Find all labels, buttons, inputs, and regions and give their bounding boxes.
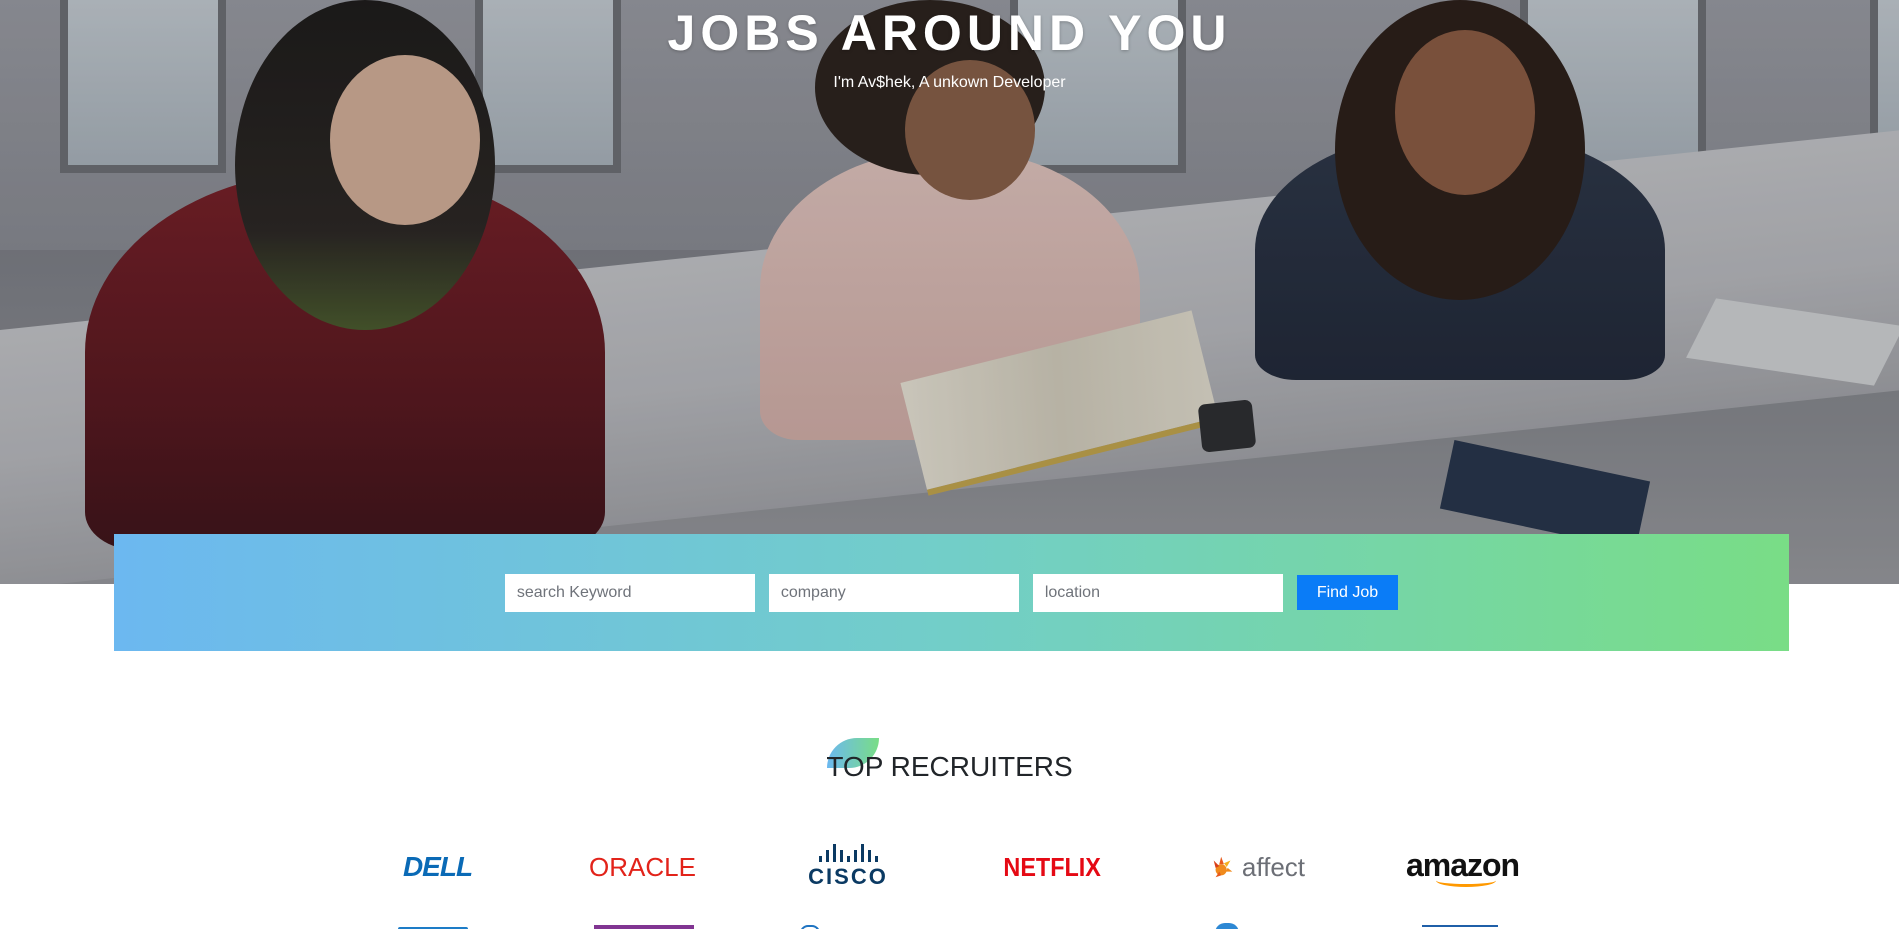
cisco-bars-icon xyxy=(818,844,878,862)
oracle-logo-text: ORACLE xyxy=(589,851,696,882)
job-search-form: Find Job xyxy=(114,534,1789,651)
find-job-button[interactable]: Find Job xyxy=(1296,575,1399,610)
amazon-logo[interactable]: amazon xyxy=(1406,843,1520,891)
cisco-logo-stack: CISCO xyxy=(808,844,888,890)
hero-banner: JOBS AROUND YOU I'm Av$hek, A unkown Dev… xyxy=(0,0,1899,584)
oracle-logo[interactable]: ORACLE xyxy=(589,843,696,891)
hero-title: JOBS AROUND YOU xyxy=(667,5,1232,61)
affect-flame-icon xyxy=(1213,856,1233,878)
logo-fragment xyxy=(1422,925,1498,929)
page: JOBS AROUND YOU I'm Av$hek, A unkown Dev… xyxy=(0,0,1899,929)
company-input[interactable] xyxy=(768,573,1019,612)
recruiters-title: TOP RECRUITERS xyxy=(826,751,1073,782)
hero-subtitle: I'm Av$hek, A unkown Developer xyxy=(833,74,1066,91)
amazon-logo-stack: amazon xyxy=(1406,847,1520,887)
dell-logo-text: DELL xyxy=(402,851,473,882)
logo-fragment xyxy=(594,925,694,929)
cisco-logo-text: CISCO xyxy=(808,864,888,889)
logo-fragment xyxy=(1215,923,1239,929)
search-keyword-input[interactable] xyxy=(504,573,755,612)
location-input[interactable] xyxy=(1032,573,1283,612)
affect-logo[interactable]: affect xyxy=(1210,843,1305,891)
recruiter-logo-partial[interactable] xyxy=(800,913,900,929)
logo-fragment xyxy=(800,925,820,929)
netflix-logo-text: NETFLIX xyxy=(1003,851,1102,882)
recruiter-logo-partial[interactable] xyxy=(1215,913,1305,929)
cisco-logo[interactable]: CISCO xyxy=(803,843,893,891)
recruiter-logo-partial[interactable] xyxy=(594,913,694,929)
recruiter-logo-partial[interactable] xyxy=(1010,913,1100,929)
amazon-smile-icon xyxy=(1435,874,1496,887)
affect-logo-text: affect xyxy=(1241,851,1305,882)
recruiters-heading: TOP RECRUITERS xyxy=(0,738,1899,788)
dell-logo[interactable]: DELL xyxy=(395,843,480,891)
recruiter-logo-partial[interactable] xyxy=(398,913,483,929)
netflix-logo[interactable]: NETFLIX xyxy=(1003,843,1102,891)
recruiter-logo-partial[interactable] xyxy=(1422,913,1502,929)
